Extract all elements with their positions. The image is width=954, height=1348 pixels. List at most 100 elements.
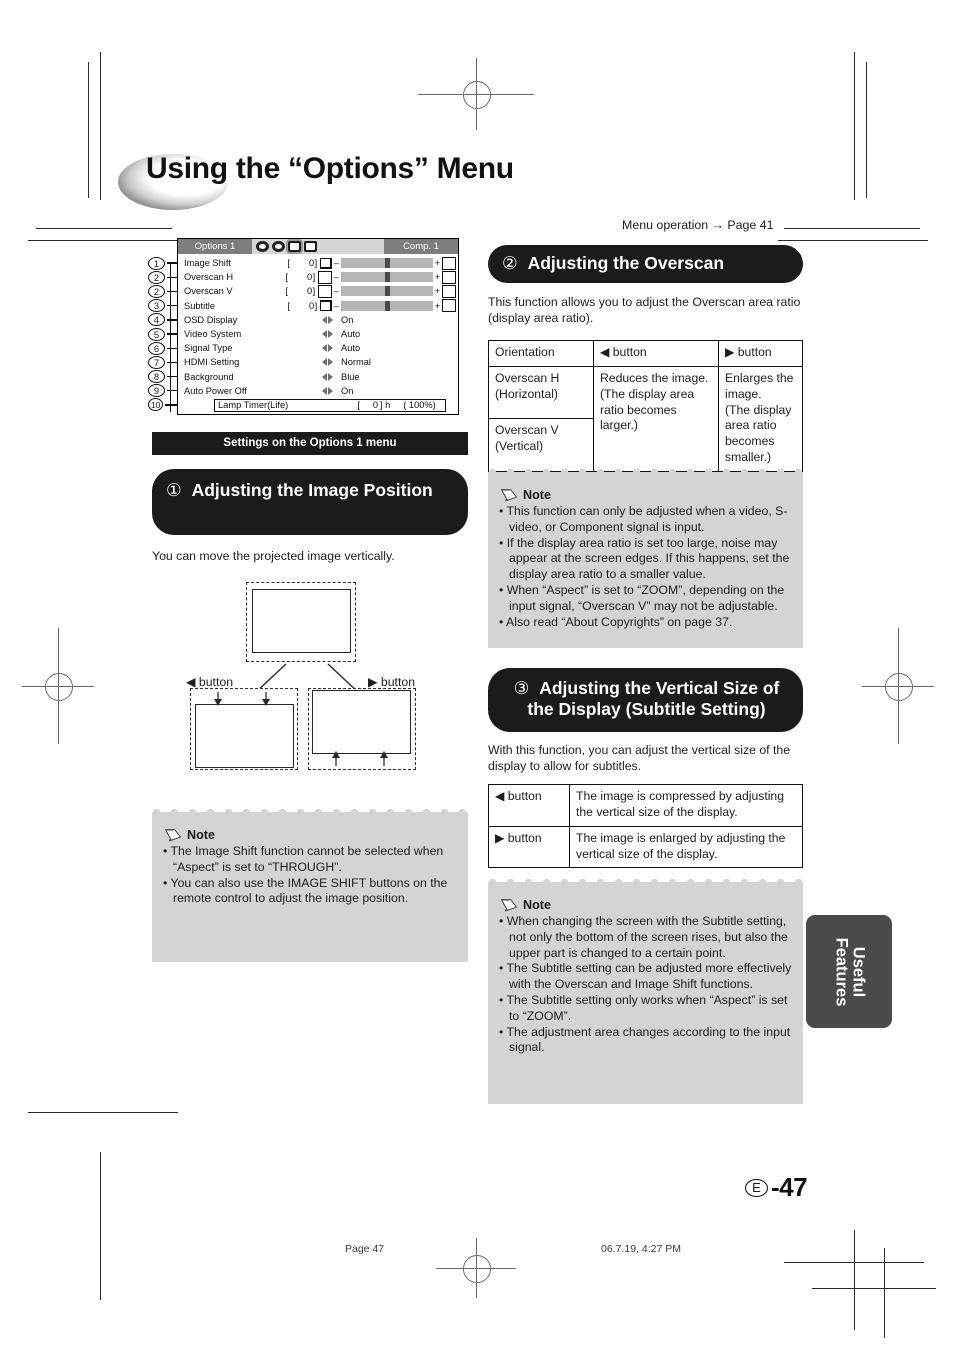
osd-row-label: Signal Type (184, 343, 233, 354)
audio-icon[interactable] (272, 241, 285, 252)
osd-slider-row-image-shift[interactable]: Image Shift [ 0] – + (184, 256, 458, 270)
table-header-cell: Orientation (488, 340, 594, 367)
left-right-arrow-icon (322, 329, 333, 340)
section1-title: Adjusting the Image Position (191, 480, 433, 500)
osd-slider-track[interactable] (340, 300, 433, 311)
section2-table-wrap: Orientation ◀ button ▶ button Overscan H… (488, 340, 803, 473)
osd-slider-row-subtitle[interactable]: Subtitle [ 0] – + (184, 299, 458, 313)
table-header-cell: ◀ button (593, 340, 719, 367)
table-row: ◀ button The image is compressed by adju… (488, 784, 803, 827)
osd-slider-row-overscan-v[interactable]: Overscan V [ 0] – + (184, 284, 458, 298)
options2-icon[interactable] (304, 241, 317, 252)
note-dotted-edge (488, 468, 803, 477)
osd-slider-handle[interactable] (384, 286, 390, 297)
osd-bar-spacer (321, 239, 384, 254)
table-cell-description: The image is compressed by adjusting the… (569, 784, 803, 827)
osd-row-value: Normal (341, 357, 371, 368)
table-cell-button: ◀ button (488, 784, 570, 827)
table-cell-left-button: Reduces the image. (The display area rati… (593, 365, 719, 473)
osd-row-value: [ 0] (287, 300, 318, 311)
note-header: Note (163, 828, 458, 842)
osd-row-label: Video System (184, 329, 242, 340)
osd-row-label: Image Shift (184, 258, 232, 269)
image-shift-max-icon (442, 256, 456, 270)
options1-icon[interactable] (286, 239, 303, 254)
callout-number: 1 (148, 256, 165, 270)
overscan-table: Orientation ◀ button ▶ button Overscan H… (488, 340, 803, 473)
crop-mark-bl-v (100, 1152, 102, 1300)
callout-number: 8 (148, 370, 165, 384)
footer-right: 06.7.19, 4:27 PM (601, 1243, 681, 1255)
note-item: When “Aspect” is set to “ZOOM”, dependin… (499, 583, 793, 615)
note-header: Note (499, 488, 793, 502)
diagram-right-image (312, 690, 411, 754)
callout-number: 10 (148, 398, 164, 412)
osd-menu-screenshot: Options 1 Comp. 1 Image Shift [ 0] – + O… (177, 238, 459, 415)
note-dotted-edge (152, 808, 468, 817)
plus-sign: + (434, 258, 440, 269)
subtitle-icon (319, 300, 332, 312)
overscan-h-max-icon (442, 270, 456, 284)
osd-slider-row-overscan-h[interactable]: Overscan H [ 0] – + (184, 270, 458, 284)
section1-note: Note The Image Shift function cannot be … (152, 808, 468, 962)
minus-sign: – (333, 272, 339, 283)
diagram-top-image (252, 589, 351, 653)
registration-mark-top (418, 58, 534, 130)
lamp-timer-percent: ( 100%) (403, 400, 436, 411)
osd-slider-track[interactable] (340, 258, 433, 269)
note-header: Note (499, 898, 793, 912)
image-shift-icon (319, 257, 332, 269)
table-row: ▶ button The image is enlarged by adjust… (488, 825, 803, 869)
table-row: Overscan H (Horizontal) Reduces the image… (488, 365, 803, 473)
osd-slider-handle[interactable] (384, 272, 390, 283)
note-dotted-edge (488, 878, 803, 887)
minus-sign: – (333, 286, 339, 297)
section3-number: ③ (513, 678, 530, 698)
picture-icon[interactable] (256, 241, 269, 252)
section2-intro: This function allows you to adjust the O… (488, 295, 801, 326)
note-item: This function can only be adjusted when … (499, 504, 793, 536)
section2-number: ② (502, 253, 518, 273)
osd-option-row-auto-power-off[interactable]: Auto Power Off On (184, 384, 458, 398)
osd-option-row-background[interactable]: Background Blue (184, 370, 458, 384)
pencil-icon (500, 899, 518, 912)
left-right-arrow-icon (322, 343, 333, 354)
left-right-arrow-icon (322, 385, 333, 396)
overscan-v-max-icon (442, 284, 456, 298)
osd-option-row-signal-type[interactable]: Signal Type Auto (184, 341, 458, 355)
table-cell-button: ▶ button (488, 825, 570, 869)
registration-mark-bottom (436, 1238, 516, 1298)
plus-sign: + (434, 300, 440, 311)
registration-mark-right (862, 628, 934, 744)
osd-slider-track[interactable] (340, 286, 433, 297)
note-item: If the display area ratio is set too lar… (499, 536, 793, 583)
osd-slider-handle[interactable] (384, 258, 390, 269)
callout-vertical-stem (170, 262, 172, 412)
crop-mark-br-h2 (812, 1288, 936, 1290)
callout-number: 2 (148, 284, 165, 298)
lamp-timer-unit: ] h (380, 400, 391, 411)
left-right-arrow-icon (322, 371, 333, 382)
osd-option-row-osd-display[interactable]: OSD Display On (184, 313, 458, 327)
osd-row-value: Auto (341, 343, 361, 354)
osd-slider-track[interactable] (340, 272, 433, 283)
diagram-right-up-arrows (332, 751, 388, 766)
crop-mark-tl-v2 (88, 62, 90, 198)
osd-tab-options1[interactable]: Options 1 (178, 239, 252, 254)
section2-header: ② Adjusting the Overscan (488, 245, 803, 283)
footer-left: Page 47 (345, 1243, 385, 1255)
table-cell-orientation: Overscan H (Horizontal) (488, 365, 594, 420)
image-shift-diagram: ◀ button ▶ button (178, 580, 478, 805)
osd-row-value: [ 0] (285, 272, 316, 283)
osd-option-row-video-system[interactable]: Video System Auto (184, 327, 458, 341)
page-title: Using the “Options” Menu (146, 152, 514, 185)
subtitle-table: ◀ button The image is compressed by adju… (488, 784, 803, 869)
osd-slider-handle[interactable] (384, 300, 390, 311)
note-list: The Image Shift function cannot be selec… (163, 844, 458, 907)
crop-mark-tl-v (100, 52, 102, 200)
osd-source-label: Comp. 1 (384, 239, 458, 254)
osd-icon-row (252, 239, 321, 254)
osd-option-row-hdmi-setting[interactable]: HDMI Setting Normal (184, 355, 458, 369)
pencil-icon (500, 489, 518, 502)
crop-mark-tr-v2 (866, 62, 868, 198)
